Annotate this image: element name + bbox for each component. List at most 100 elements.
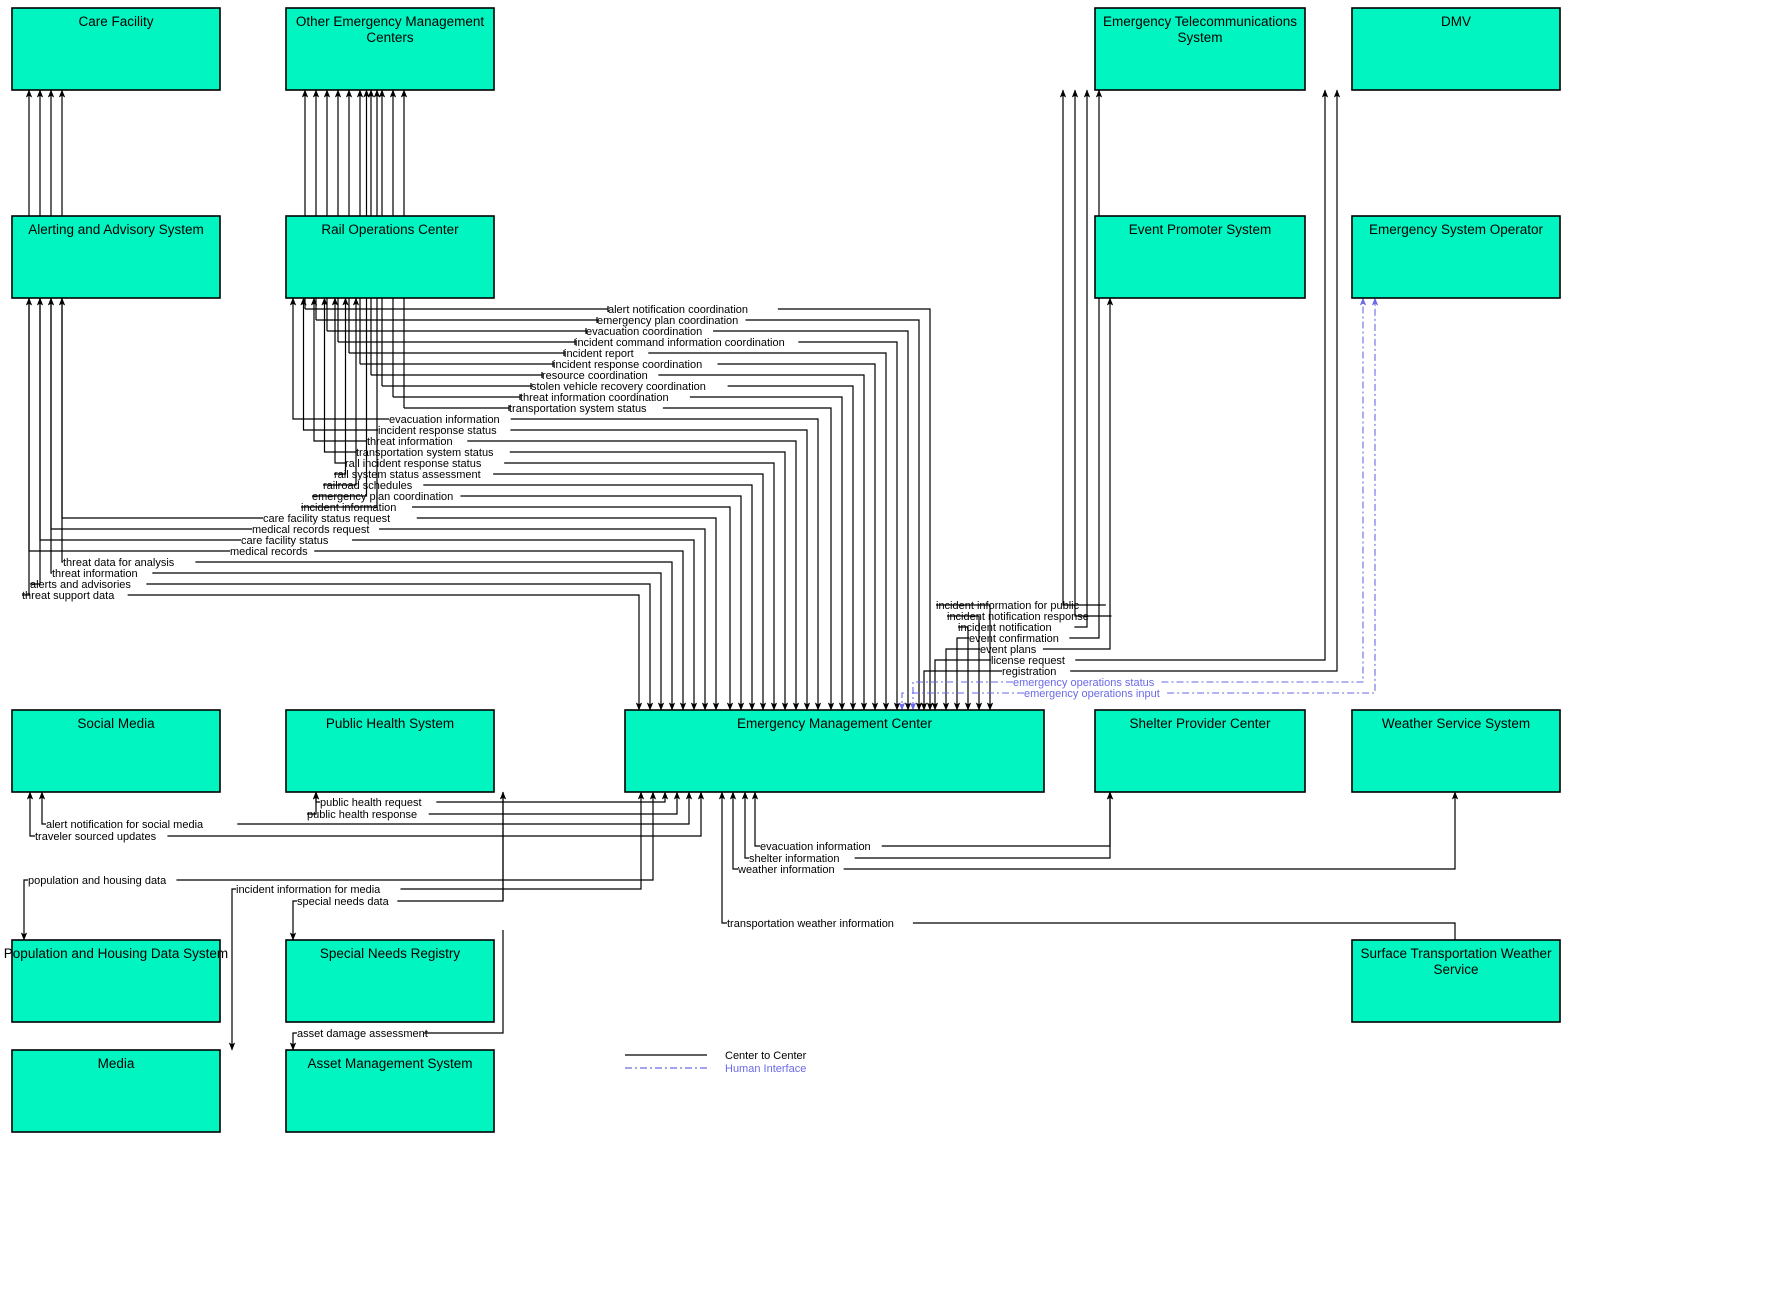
node-layer: Care Facility Other Emergency ManagementC… [4, 7, 1561, 1133]
flow-label-f48: asset damage assessment [297, 1028, 428, 1040]
architecture-diagram: Care Facility Other Emergency ManagementC… [4, 7, 1561, 1133]
node-title: Media [98, 1056, 135, 1071]
node-title: Public Health System [326, 716, 454, 731]
node-title: Emergency Management Center [737, 716, 933, 731]
connector [352, 539, 698, 711]
legend: Center to CenterHuman Interface [625, 1050, 807, 1075]
connector [662, 407, 835, 711]
connector [658, 374, 868, 711]
connector [428, 791, 681, 815]
connector [1042, 297, 1114, 650]
connector [314, 550, 687, 711]
connector [909, 681, 1013, 711]
flow-label-f23: medical records [230, 546, 308, 558]
flow-label-f36: emergency operations input [1024, 688, 1160, 700]
node-title: Special Needs Registry [320, 946, 461, 961]
flow-label-f46: special needs data [297, 896, 390, 908]
node-ets[interactable]: Emergency TelecommunicationsSystem [1094, 7, 1306, 91]
node-public_health[interactable]: Public Health System [285, 709, 495, 793]
connector [467, 440, 800, 711]
connector [36, 89, 241, 541]
node-title: Weather Service System [1382, 716, 1530, 731]
connector [1075, 89, 1329, 661]
connector [931, 659, 991, 711]
node-title: Surface Transportation Weather [1360, 946, 1552, 961]
node-care_facility[interactable]: Care Facility [11, 7, 221, 91]
connector [1069, 89, 1103, 639]
legend-label-human: Human Interface [725, 1063, 806, 1075]
connector [334, 297, 349, 475]
connector [727, 385, 857, 711]
node-title: Emergency System Operator [1369, 222, 1544, 237]
connector [146, 583, 654, 711]
connector [713, 330, 912, 711]
node-surface_weather[interactable]: Surface Transportation WeatherService [1351, 939, 1561, 1023]
node-rail_ops[interactable]: Rail Operations Center [285, 215, 495, 299]
node-emerg_sys_operator[interactable]: Emergency System Operator [1351, 215, 1561, 299]
connector [777, 308, 934, 711]
flow-label-f10: transportation system status [509, 403, 647, 415]
flow-label-f40: traveler sourced updates [35, 831, 157, 843]
connector [436, 791, 669, 803]
flow-label-f47: transportation weather information [727, 918, 894, 930]
legend-label-c2c: Center to Center [725, 1050, 807, 1062]
connector [1074, 89, 1091, 628]
node-event_promoter[interactable]: Event Promoter System [1094, 215, 1306, 299]
connector [493, 473, 767, 711]
node-title-line2: System [1177, 30, 1222, 45]
connector [854, 791, 1114, 859]
connector [416, 517, 720, 711]
node-asset_mgmt[interactable]: Asset Management System [285, 1049, 495, 1133]
connector [20, 879, 28, 941]
connector [30, 297, 44, 585]
node-title: Emergency Telecommunications [1103, 14, 1297, 29]
node-weather[interactable]: Weather Service System [1351, 709, 1561, 793]
connector [729, 791, 738, 870]
connector [745, 319, 923, 711]
flow-label-f43: weather information [737, 864, 835, 876]
node-shelter[interactable]: Shelter Provider Center [1094, 709, 1306, 793]
connector [379, 528, 709, 711]
flow-label-f39: alert notification for social media [46, 819, 204, 831]
node-title-line2: Centers [366, 30, 414, 45]
node-title: Care Facility [78, 14, 153, 29]
connector [26, 791, 35, 837]
connector [237, 791, 693, 825]
node-emc[interactable]: Emergency Management Center [624, 709, 1045, 793]
node-media[interactable]: Media [11, 1049, 221, 1133]
connector [718, 791, 727, 924]
node-dmv[interactable]: DMV [1351, 7, 1561, 91]
node-title: Asset Management System [307, 1056, 472, 1071]
connector [127, 594, 643, 711]
node-social_media[interactable]: Social Media [11, 709, 221, 793]
connector [741, 791, 749, 859]
node-title: Population and Housing Data System [4, 946, 228, 961]
node-pop_housing[interactable]: Population and Housing Data System [4, 939, 228, 1023]
connector [423, 484, 756, 711]
connector [1167, 297, 1379, 694]
node-other_emc[interactable]: Other Emergency ManagementCenters [285, 7, 495, 91]
node-title-line2: Service [1433, 962, 1478, 977]
node-alerting[interactable]: Alerting and Advisory System [11, 215, 221, 299]
node-title: Rail Operations Center [321, 222, 459, 237]
connector [22, 297, 33, 596]
connector [942, 648, 980, 711]
connector [331, 297, 345, 464]
connector [58, 297, 66, 563]
node-special_needs[interactable]: Special Needs Registry [285, 939, 495, 1023]
flow-label-f44: population and housing data [28, 875, 167, 887]
connector [958, 626, 972, 711]
connector [509, 451, 789, 711]
flow-label-f37: public health request [320, 797, 422, 809]
connector [898, 692, 1024, 711]
connector [400, 791, 645, 890]
connector [412, 506, 734, 711]
connector [689, 396, 846, 711]
context-diagram-canvas: Care Facility Other Emergency Management C… [0, 0, 1786, 1301]
node-title: DMV [1441, 14, 1471, 29]
node-title: Event Promoter System [1129, 222, 1272, 237]
connector [460, 495, 745, 711]
flow-label-f45: incident information for media [236, 884, 381, 896]
node-title: Shelter Provider Center [1129, 716, 1271, 731]
flow-label-layer: alert notification coordinationemergency… [22, 304, 1160, 1040]
